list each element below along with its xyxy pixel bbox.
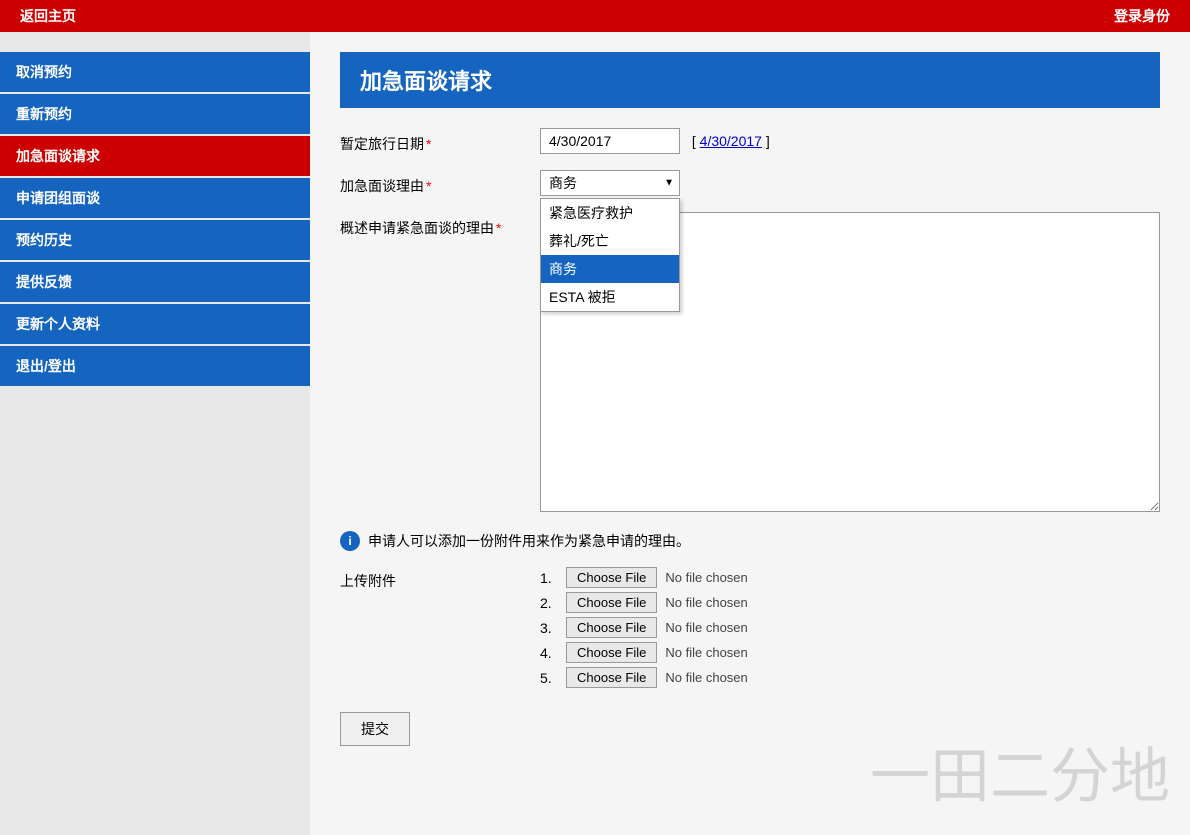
reason-dropdown-wrapper: 商务 ▼ 紧急医疗救护 葬礼/死亡 商务 ESTA 被拒	[540, 170, 680, 196]
description-row: 概述申请紧急面谈的理由*	[340, 212, 1160, 515]
option-esta[interactable]: ESTA 被拒	[541, 283, 679, 311]
choose-file-button-5[interactable]: Choose File	[566, 667, 657, 688]
reason-control: 商务 ▼ 紧急医疗救护 葬礼/死亡 商务 ESTA 被拒	[540, 170, 1160, 196]
travel-date-row: 暂定旅行日期* [ 4/30/2017 ]	[340, 128, 1160, 154]
required-mark-3: *	[496, 220, 501, 236]
main-layout: 取消预约 重新预约 加急面谈请求 申请团组面谈 预约历史 提供反馈 更新个人资料…	[0, 32, 1190, 835]
file-chosen-4: No file chosen	[665, 645, 747, 660]
travel-date-label: 暂定旅行日期*	[340, 128, 540, 154]
upload-label: 上传附件	[340, 567, 540, 591]
sidebar-item-group[interactable]: 申请团组面谈	[0, 178, 310, 218]
sidebar-item-profile[interactable]: 更新个人资料	[0, 304, 310, 344]
info-icon: i	[340, 531, 360, 551]
file-item-1: 1. Choose File No file chosen	[540, 567, 748, 588]
file-item-2: 2. Choose File No file chosen	[540, 592, 748, 613]
home-button[interactable]: 返回主页	[0, 0, 96, 32]
file-number-5: 5.	[540, 670, 560, 686]
main-content: 加急面谈请求 暂定旅行日期* [ 4/30/2017 ] 加急面谈理由* 商务	[310, 32, 1190, 835]
file-number-4: 4.	[540, 645, 560, 661]
dropdown-open-panel: 紧急医疗救护 葬礼/死亡 商务 ESTA 被拒	[540, 198, 680, 312]
sidebar-item-history[interactable]: 预约历史	[0, 220, 310, 260]
sidebar: 取消预约 重新预约 加急面谈请求 申请团组面谈 预约历史 提供反馈 更新个人资料…	[0, 32, 310, 835]
upload-section: 上传附件 1. Choose File No file chosen 2. Ch…	[340, 567, 1160, 692]
sidebar-item-logout[interactable]: 退出/登出	[0, 346, 310, 386]
file-number-2: 2.	[540, 595, 560, 611]
file-item-4: 4. Choose File No file chosen	[540, 642, 748, 663]
page-title: 加急面谈请求	[340, 52, 1160, 108]
sidebar-item-reschedule[interactable]: 重新预约	[0, 94, 310, 134]
reason-label: 加急面谈理由*	[340, 170, 540, 196]
option-funeral[interactable]: 葬礼/死亡	[541, 227, 679, 255]
sidebar-item-cancel[interactable]: 取消预约	[0, 52, 310, 92]
submit-row: 提交	[340, 712, 1160, 746]
file-number-1: 1.	[540, 570, 560, 586]
file-list: 1. Choose File No file chosen 2. Choose …	[540, 567, 748, 692]
login-button[interactable]: 登录身份	[1094, 0, 1190, 32]
file-chosen-1: No file chosen	[665, 570, 747, 585]
travel-date-control: [ 4/30/2017 ]	[540, 128, 1160, 154]
info-box: i 申请人可以添加一份附件用来作为紧急申请的理由。	[340, 531, 1160, 551]
file-chosen-3: No file chosen	[665, 620, 747, 635]
required-mark-2: *	[426, 178, 431, 194]
file-item-3: 3. Choose File No file chosen	[540, 617, 748, 638]
sidebar-item-feedback[interactable]: 提供反馈	[0, 262, 310, 302]
travel-date-input[interactable]	[540, 128, 680, 154]
required-mark: *	[426, 136, 431, 152]
option-business-item[interactable]: 商务	[541, 255, 679, 283]
description-label: 概述申请紧急面谈的理由*	[340, 212, 540, 238]
file-number-3: 3.	[540, 620, 560, 636]
sidebar-item-emergency[interactable]: 加急面谈请求	[0, 136, 310, 176]
choose-file-button-3[interactable]: Choose File	[566, 617, 657, 638]
option-medical[interactable]: 紧急医疗救护	[541, 199, 679, 227]
file-item-5: 5. Choose File No file chosen	[540, 667, 748, 688]
file-chosen-2: No file chosen	[665, 595, 747, 610]
travel-date-link[interactable]: 4/30/2017	[700, 133, 762, 149]
choose-file-button-2[interactable]: Choose File	[566, 592, 657, 613]
choose-file-button-4[interactable]: Choose File	[566, 642, 657, 663]
reason-select[interactable]: 商务	[540, 170, 680, 196]
reason-row: 加急面谈理由* 商务 ▼ 紧急医疗救护 葬礼/死亡 商务 ESTA 被拒	[340, 170, 1160, 196]
top-bar: 返回主页 登录身份	[0, 0, 1190, 32]
choose-file-button-1[interactable]: Choose File	[566, 567, 657, 588]
info-text: 申请人可以添加一份附件用来作为紧急申请的理由。	[368, 531, 690, 551]
submit-button[interactable]: 提交	[340, 712, 410, 746]
file-chosen-5: No file chosen	[665, 670, 747, 685]
